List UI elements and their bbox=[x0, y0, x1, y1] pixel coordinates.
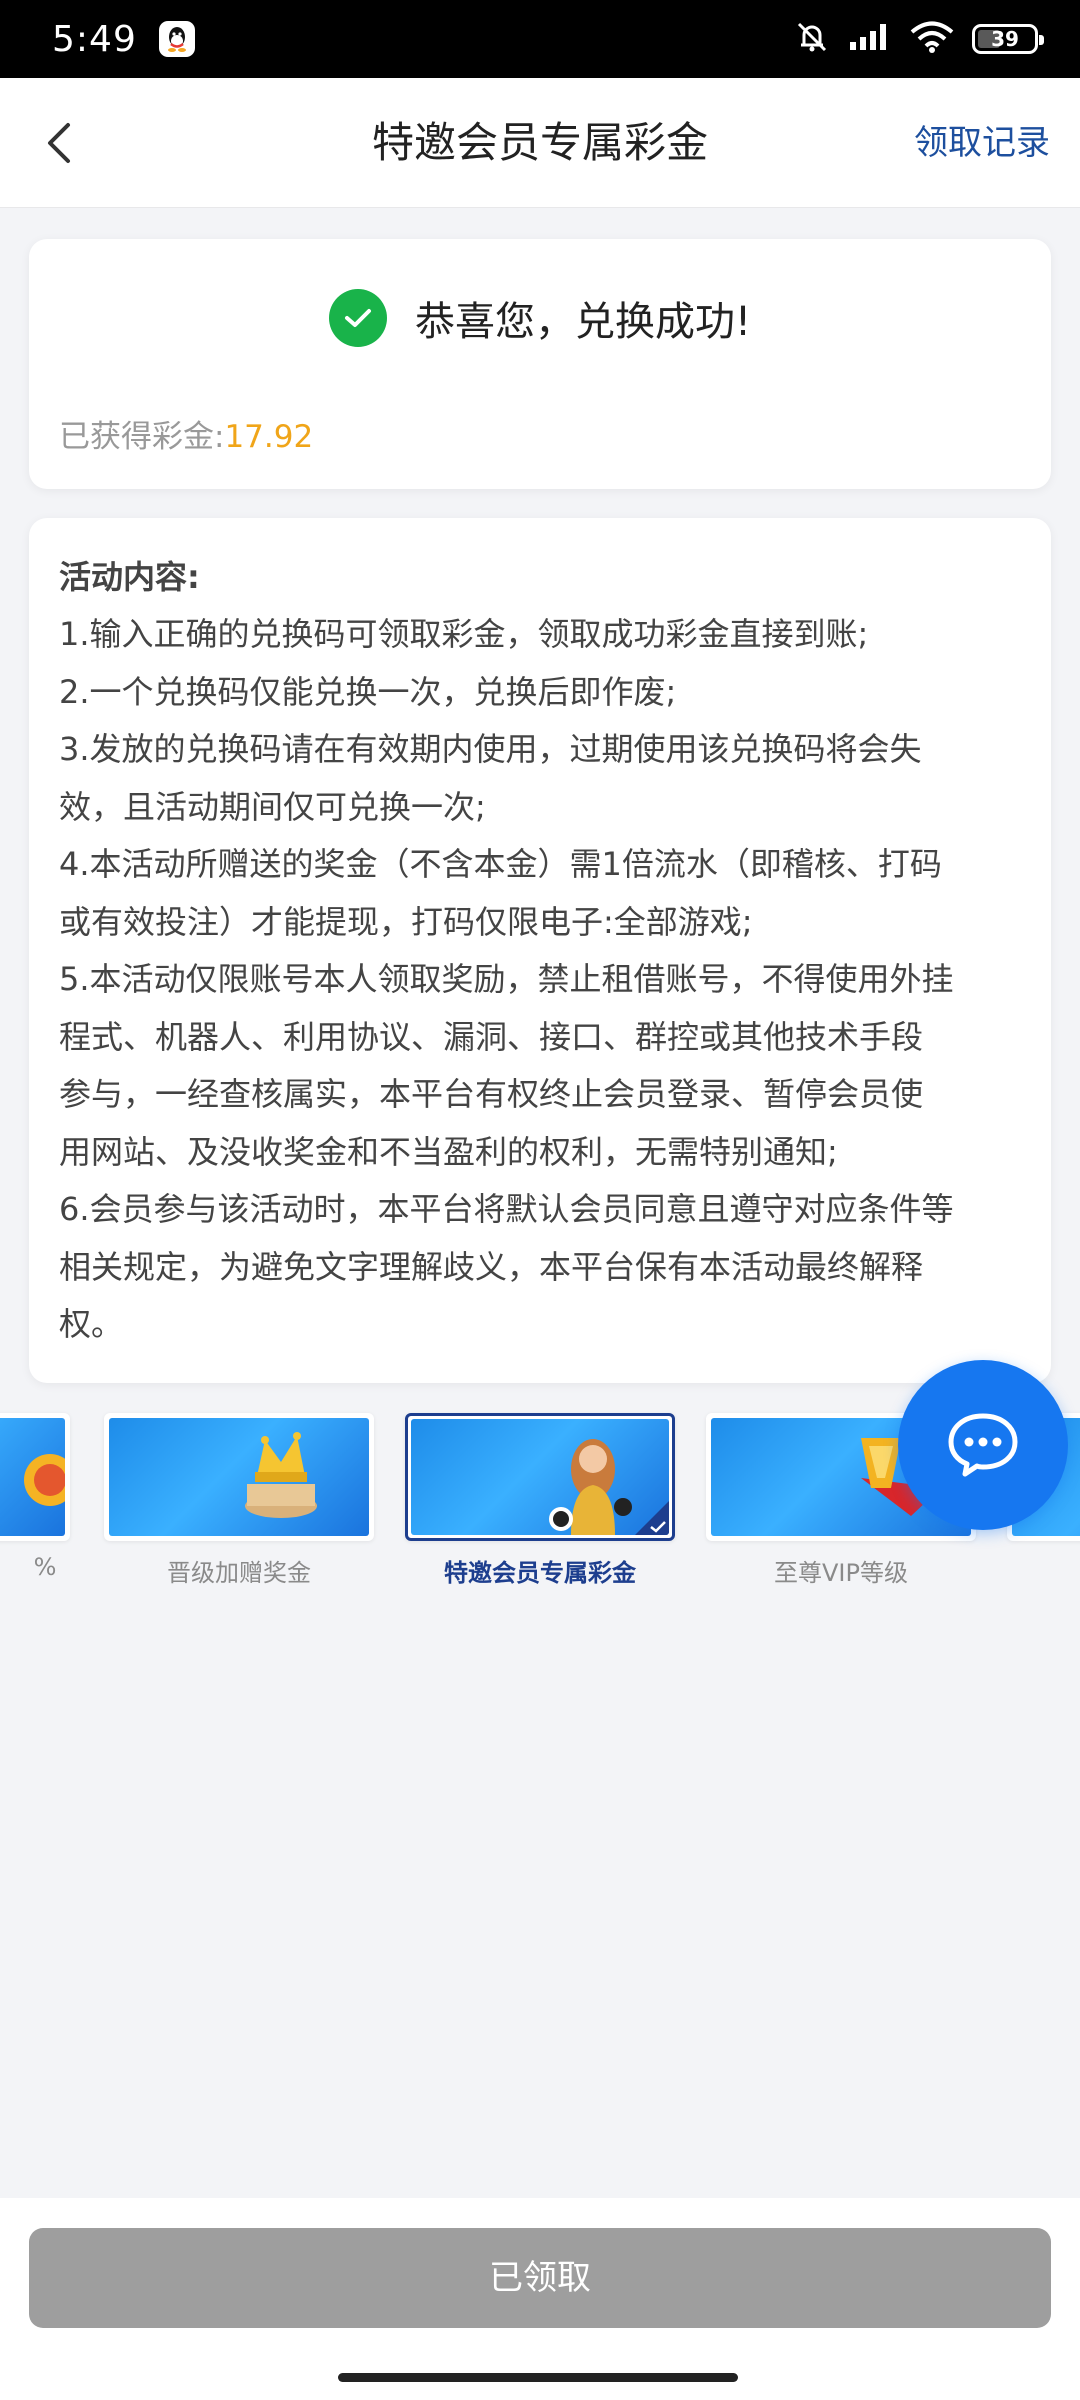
rules-title: 活动内容: bbox=[59, 558, 200, 596]
rules-line: 2.一个兑换码仅能兑换一次，兑换后即作废; bbox=[59, 672, 677, 711]
earned-label: 已获得彩金: bbox=[59, 419, 225, 455]
qq-notification-icon bbox=[158, 21, 195, 57]
rules-card: 活动内容: 1.输入正确的兑换码可领取彩金，领取成功彩金直接到账; 2.一个兑换… bbox=[29, 518, 1051, 1383]
rules-line: 4.本活动所赠送的奖金（不含本金）需1倍流水（即稽核、打码 bbox=[59, 845, 942, 883]
earned-value: 17.92 bbox=[224, 419, 314, 455]
page-header: 特邀会员专属彩金 领取记录 bbox=[0, 78, 1080, 208]
success-card: 恭喜您，兑换成功! 已获得彩金:17.92 bbox=[29, 239, 1051, 489]
rules-line: 5.本活动仅限账号本人领取奖励，禁止租借账号，不得使用外挂 bbox=[59, 960, 954, 998]
selected-check-icon bbox=[650, 1521, 666, 1533]
rules-line: 相关规定，为避免文字理解歧义，本平台保有本活动最终解释 bbox=[59, 1247, 924, 1286]
rules-line: 1.输入正确的兑换码可领取彩金，领取成功彩金直接到账; bbox=[59, 615, 869, 653]
status-left: 5:49 bbox=[52, 19, 195, 60]
promo-thumb-partial-left[interactable] bbox=[0, 1413, 70, 1541]
hostess-illustration bbox=[549, 1439, 632, 1535]
promo-thumb-vip-exclusive[interactable] bbox=[405, 1413, 675, 1541]
rules-line: 3.发放的兑换码请在有效期内使用，过期使用该兑换码将会失 bbox=[59, 730, 922, 768]
rules-line: 参与，一经查核属实，本平台有权终止会员登录、暂停会员使 bbox=[59, 1075, 924, 1113]
status-right: 39 bbox=[794, 19, 1044, 59]
promo-banner-image bbox=[0, 1418, 65, 1536]
battery-icon: 39 bbox=[972, 24, 1044, 54]
status-time: 5:49 bbox=[52, 18, 137, 60]
crown-icon bbox=[245, 1432, 317, 1518]
promo-label: 晋级加赠奖金 bbox=[167, 1559, 311, 1587]
promo-label-active: 特邀会员专属彩金 bbox=[444, 1559, 636, 1587]
battery-tip bbox=[1039, 35, 1044, 45]
promo-label: 至尊VIP等级 bbox=[774, 1559, 908, 1587]
rules-line: 权。 bbox=[59, 1305, 124, 1343]
rules-line: 效，且活动期间仅可兑换一次; bbox=[59, 787, 486, 826]
claimed-button[interactable]: 已领取 bbox=[29, 2228, 1051, 2328]
status-bar: 5:49 39 bbox=[0, 0, 1080, 78]
promo-banner-image bbox=[109, 1418, 369, 1536]
wifi-icon bbox=[910, 21, 954, 57]
promo-thumb-upgrade-bonus[interactable] bbox=[104, 1413, 374, 1541]
rules-line: 用网站、及没收奖金和不当盈利的权利，无需特别通知; bbox=[59, 1132, 838, 1171]
home-indicator[interactable] bbox=[338, 2373, 738, 2382]
promo-banner-image bbox=[411, 1419, 669, 1535]
mute-bell-icon bbox=[794, 19, 830, 59]
customer-service-button[interactable] bbox=[898, 1360, 1068, 1530]
signal-icon bbox=[848, 22, 892, 56]
check-circle-icon bbox=[328, 289, 387, 347]
success-row: 恭喜您，兑换成功! bbox=[29, 285, 1051, 351]
rules-line: 6.会员参与该活动时，本平台将默认会员同意且遵守对应条件等 bbox=[59, 1190, 954, 1228]
chat-bubble-icon bbox=[948, 1413, 1018, 1477]
rules-line: 程式、机器人、利用协议、漏洞、接口、群控或其他技术手段 bbox=[59, 1017, 924, 1056]
bottom-bar: 已领取 bbox=[0, 2198, 1080, 2400]
rules-line: 或有效投注）才能提现，打码仅限电子:全部游戏; bbox=[59, 902, 753, 941]
earned-bonus: 已获得彩金:17.92 bbox=[59, 411, 313, 456]
battery-level: 39 bbox=[991, 27, 1019, 51]
claim-records-link[interactable]: 领取记录 bbox=[914, 78, 1050, 208]
success-message: 恭喜您，兑换成功! bbox=[414, 299, 752, 345]
